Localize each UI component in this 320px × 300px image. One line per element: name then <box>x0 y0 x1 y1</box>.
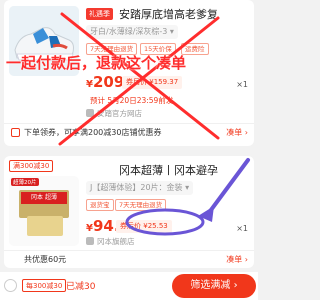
arrow-line <box>206 158 250 216</box>
bottom-bar: 每300减30 已减30 筛选满减 › <box>0 272 258 300</box>
annotation-overlay <box>58 12 250 236</box>
strike-line <box>60 12 220 140</box>
annotation-text: 一起付款后，退款这个凑单 <box>6 54 187 72</box>
select-all-checkbox[interactable] <box>4 279 17 292</box>
arrow-head-icon <box>198 206 214 222</box>
discount-badge: 每300减30 <box>22 279 67 292</box>
discount-status: 已减30 <box>66 282 96 292</box>
highlight-circle <box>125 208 205 236</box>
strike-line <box>58 16 220 146</box>
filter-discount-button[interactable]: 筛选满减 › <box>172 274 256 298</box>
